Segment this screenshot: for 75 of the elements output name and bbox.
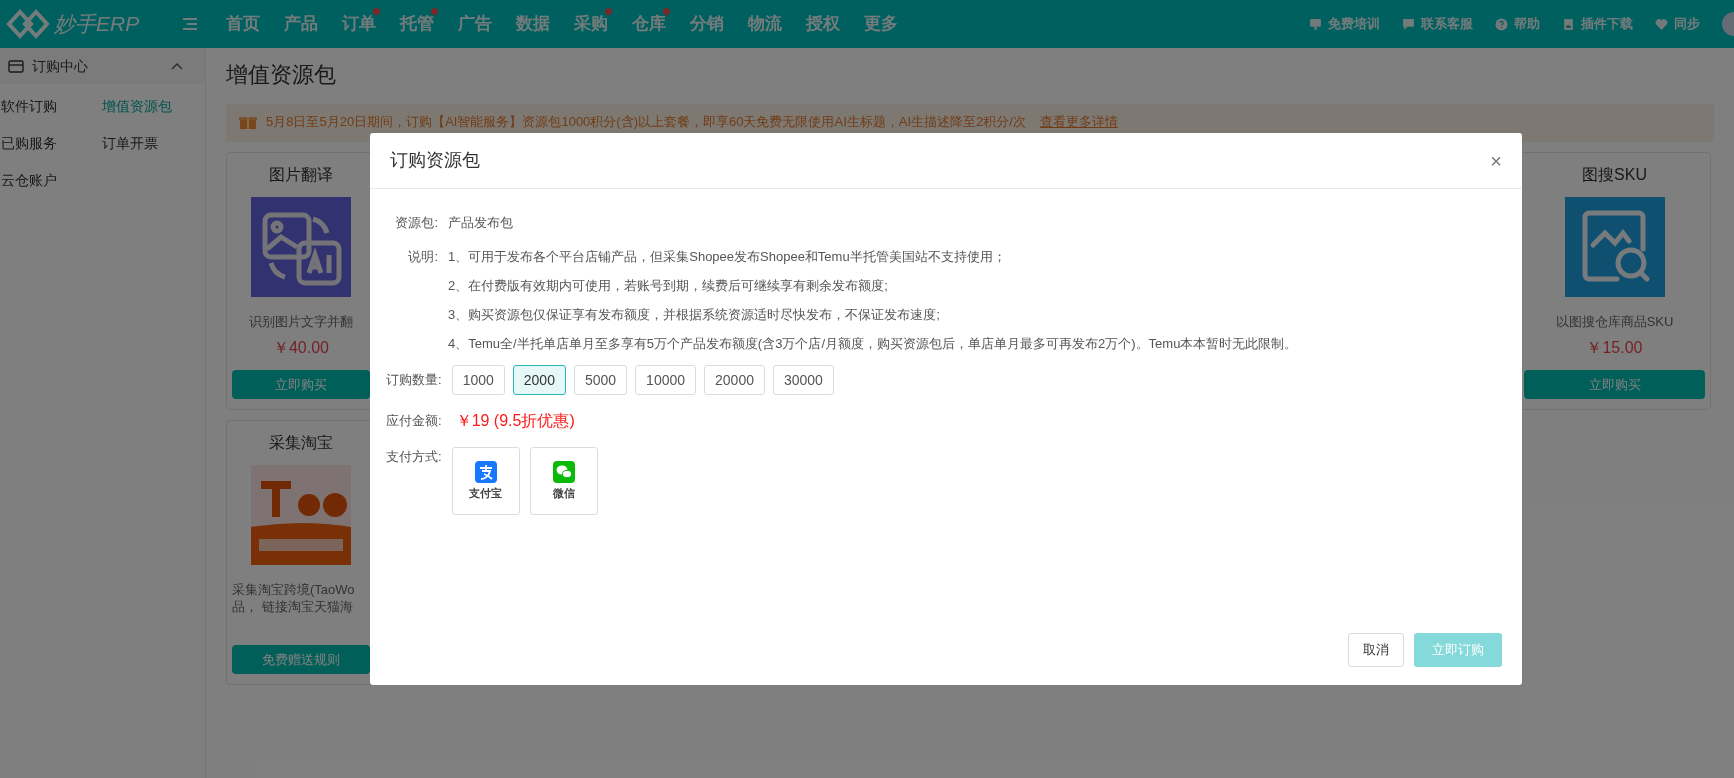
card-title: 图搜SKU — [1582, 165, 1647, 185]
sidebar-item[interactable]: 云仓账户 — [0, 170, 102, 191]
chat-icon — [1402, 17, 1415, 31]
quantity-option[interactable]: 10000 — [635, 365, 697, 395]
dialog-title: 订购资源包 — [390, 149, 480, 172]
toolbar-link[interactable]: 同步 — [1655, 14, 1700, 34]
package-name: 产品发布包 — [448, 214, 513, 232]
toolbar-link[interactable]: 插件下载 — [1562, 14, 1633, 34]
card-price: ￥15.00 — [1586, 338, 1643, 358]
buy-button[interactable]: 立即购买 — [232, 370, 370, 399]
quantity-option[interactable]: 1000 — [451, 365, 505, 395]
card-description: 以图搜仓库商品SKU — [1555, 313, 1674, 330]
nav-item[interactable]: 物流 — [738, 11, 792, 37]
presentation-icon — [1309, 17, 1322, 31]
nav-item[interactable]: 托管 — [390, 11, 444, 37]
nav-item[interactable]: 产品 — [274, 11, 328, 37]
nav-item[interactable]: 订单 — [332, 11, 386, 37]
field-label: 订购数量: — [386, 371, 442, 390]
promo-text: 5月8日至5月20日期间，订购【AI智能服务】资源包1000积分(含)以上套餐，即享60天免费无限使用AI生标题，AI生描述降至2积分/次 — [266, 113, 1026, 131]
nav-item[interactable]: 采购 — [564, 11, 618, 37]
field-label: 支付方式: — [386, 448, 442, 466]
card-icon — [8, 59, 24, 73]
details-link[interactable]: 查看更多详情 — [1039, 112, 1118, 132]
note-line: 3、购买资源包仅保证享有发布额度，并根据系统资源适时尽快发布，不保证发布速度; — [448, 306, 941, 324]
nav-item[interactable]: 分销 — [680, 11, 734, 37]
quantity-option[interactable]: 20000 — [704, 365, 765, 395]
buy-button[interactable]: 立即购买 — [1524, 370, 1705, 399]
sidebar-item[interactable]: 软件订购 — [0, 96, 102, 117]
amount-due: ￥19 (9.5折优惠) — [455, 411, 575, 431]
page-title: 增值资源包 — [226, 61, 337, 89]
sidebar-header[interactable]: 订购中心 — [0, 48, 205, 84]
sidebar-title: 订购中心 — [32, 56, 88, 76]
plugin-icon — [1562, 17, 1575, 31]
logo-text: 妙手ERP — [54, 11, 141, 38]
card-description: 采集淘宝跨境(TaoWo 品， 链接淘宝天猫海 — [232, 581, 356, 615]
note-line: 4、Temu全/半托单店单月至多享有5万个产品发布额度(含3万个店/月额度，购买资源包后，单店单月最多可再发布2万个)。Temu本本暂时无此限制。 — [448, 335, 1298, 353]
field-label: 应付金额: — [386, 412, 442, 431]
sidebar-item[interactable]: 订单开票 — [102, 133, 202, 154]
toolbar-link[interactable]: 帮助 — [1495, 14, 1540, 34]
heart-icon — [1655, 17, 1668, 31]
sidebar-item[interactable]: 增值资源包 — [102, 96, 202, 117]
help-icon — [1495, 17, 1508, 31]
nav-item[interactable]: 仓库 — [622, 11, 676, 37]
nav-item[interactable]: 更多 — [854, 11, 908, 37]
quantity-option[interactable]: 2000 — [512, 365, 566, 395]
payment-option[interactable]: 微信 — [529, 447, 598, 515]
quantity-option[interactable]: 30000 — [772, 365, 834, 395]
cancel-button[interactable]: 取消 — [1348, 633, 1404, 667]
logo-icon — [6, 9, 50, 39]
note-line: 2、在付费版有效期内可使用，若账号到期，续费后可继续享有剩余发布额度; — [448, 277, 889, 295]
close-button[interactable]: × — [1490, 150, 1502, 171]
card-description: 识别图片文字并翻 — [249, 313, 353, 330]
nav-item[interactable]: 首页 — [216, 11, 270, 37]
alipay-icon — [474, 460, 497, 483]
wechat-icon — [552, 460, 575, 483]
toolbar-link[interactable]: 免费培训 — [1309, 14, 1380, 34]
sidebar-item[interactable]: 已购服务 — [0, 133, 102, 154]
payment-label: 支付宝 — [469, 485, 503, 501]
card-title: 图片翻译 — [269, 165, 333, 185]
toolbar-link[interactable]: 联系客服 — [1402, 14, 1473, 34]
nav-item[interactable]: 数据 — [506, 11, 560, 37]
note-line: 1、可用于发布各个平台店铺产品，但采集Shopee发布Shopee和Temu半托管美国站不支持使用； — [448, 248, 1007, 266]
nav-item[interactable]: 广告 — [448, 11, 502, 37]
field-label: 资源包: — [394, 214, 438, 232]
payment-option[interactable]: 支付宝 — [451, 447, 520, 515]
card-price: ￥40.00 — [272, 338, 329, 358]
menu-icon[interactable] — [182, 17, 198, 31]
quantity-option[interactable]: 5000 — [573, 365, 628, 395]
nav-item[interactable]: 授权 — [796, 11, 850, 37]
payment-label: 微信 — [552, 485, 575, 501]
card-title: 采集淘宝 — [269, 433, 333, 453]
image-search-icon — [1564, 197, 1665, 297]
image-translate-icon — [251, 197, 351, 297]
buy-button[interactable]: 免费赠送规则 — [232, 645, 370, 674]
field-label: 说明: — [407, 248, 438, 266]
